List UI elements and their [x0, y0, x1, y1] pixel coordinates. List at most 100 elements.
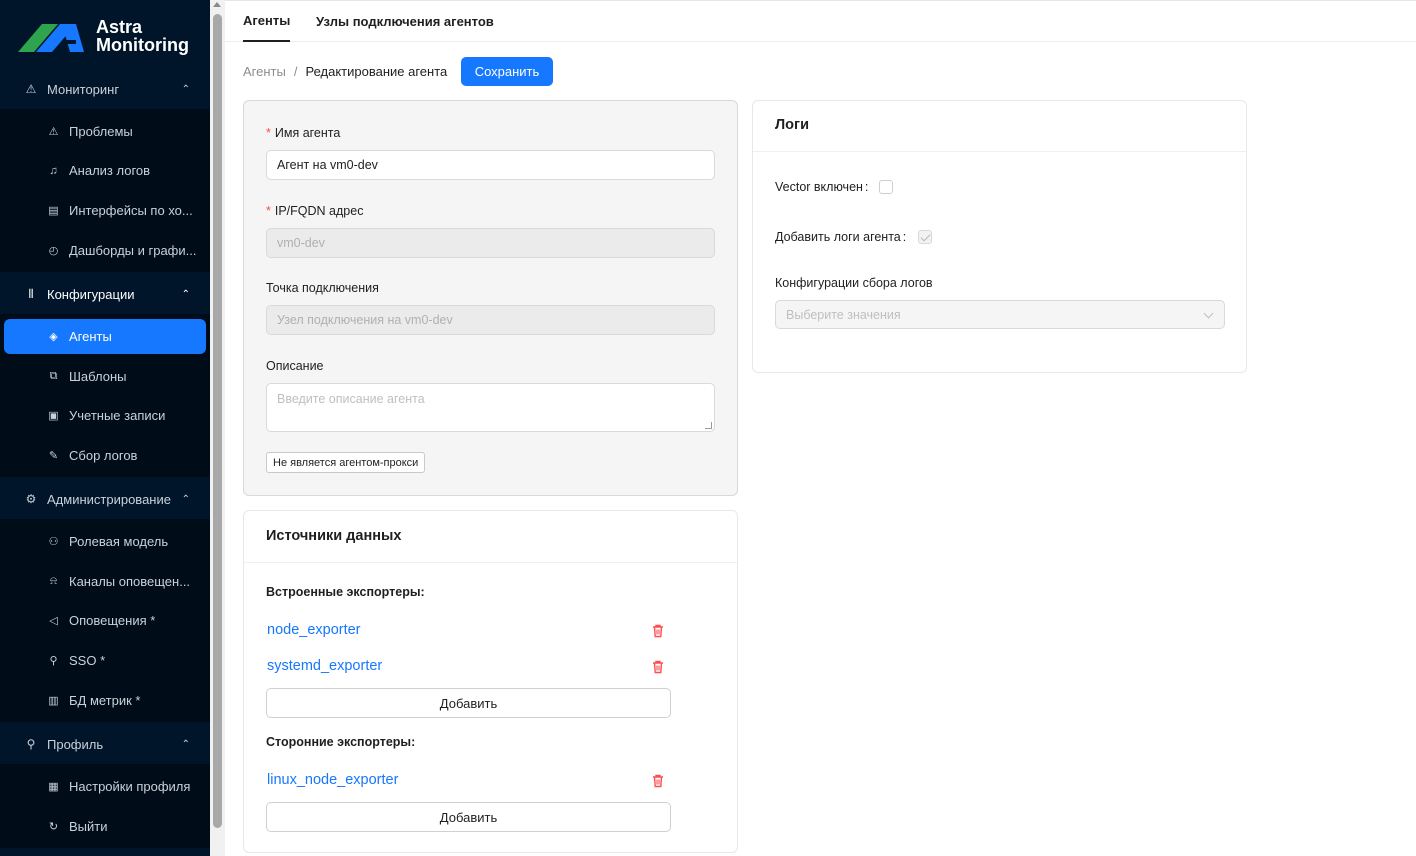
sidebar-group-label: Профиль	[47, 736, 104, 752]
breadcrumb-root[interactable]: Агенты	[243, 64, 286, 79]
breadcrumb-current: Редактирование агента	[305, 63, 448, 79]
add-builtin-exporter-button[interactable]: Добавить	[266, 688, 671, 718]
sidebar-item-dashboards[interactable]: ◴ Дашборды и графи...	[4, 233, 206, 268]
chevron-up-icon: ⌃	[181, 738, 190, 750]
chevron-up-icon: ⌃	[181, 288, 190, 300]
sidebar-item-label: Сбор логов	[69, 448, 138, 463]
chevron-down-icon	[1203, 308, 1214, 319]
tab-bar: Агенты Узлы подключения агентов	[225, 0, 1416, 42]
log-config-placeholder: Выберите значения	[786, 307, 901, 322]
agent-logs-label-text: Добавить логи агента	[775, 230, 901, 244]
scroll-thumb[interactable]	[213, 14, 222, 828]
sidebar-item-label: Настройки профиля	[69, 779, 191, 794]
id-card-icon: ▣	[48, 410, 59, 422]
resize-grip-icon[interactable]	[705, 422, 712, 429]
logout-icon: ↻	[48, 821, 59, 833]
sidebar-item-label: Каналы оповещен...	[69, 574, 191, 589]
sidebar-scrollbar[interactable]	[210, 0, 225, 856]
save-button[interactable]: Сохранить	[461, 57, 553, 86]
sidebar-item-problems[interactable]: ⚠ Проблемы	[4, 114, 206, 149]
exporter-link-node[interactable]: node_exporter	[267, 622, 361, 638]
scroll-up-arrow-icon[interactable]	[213, 2, 221, 7]
sidebar-item-logout[interactable]: ↻ Выйти	[4, 809, 206, 844]
logs-title: Логи	[775, 117, 809, 133]
sidebar-item-label: Агенты	[69, 329, 112, 344]
sidebar-item-roles[interactable]: ⚇ Ролевая модель	[4, 524, 206, 559]
logo-text: Astra Monitoring	[96, 18, 189, 54]
data-sources-card: Источники данных Встроенные экспортеры: …	[243, 510, 738, 853]
sidebar-group-label: Администрирование	[47, 491, 171, 507]
tab-agents[interactable]: Агенты	[243, 1, 291, 42]
sidebar-group-monitoring[interactable]: ⚠ Мониторинг ⌃	[0, 69, 210, 109]
sidebar-group-configurations[interactable]: ⫴ Конфигурации ⌃	[0, 274, 210, 314]
logo-line1: Astra	[96, 17, 143, 37]
breadcrumb-separator: /	[293, 63, 298, 79]
data-sources-title: Источники данных	[266, 528, 402, 544]
users-icon: ⚇	[48, 536, 59, 548]
agent-logs-label: Добавить логи агента:	[775, 230, 906, 244]
sidebar-item-sso[interactable]: ⚲ SSO *	[4, 643, 206, 678]
tab-agent-nodes[interactable]: Узлы подключения агентов	[316, 1, 494, 42]
proxy-tag[interactable]: Не является агентом-прокси	[266, 452, 426, 473]
log-config-label: Конфигурации сбора логов	[775, 276, 933, 290]
add-thirdparty-exporter-button[interactable]: Добавить	[266, 802, 671, 832]
sidebar-item-agents[interactable]: ◈ Агенты	[4, 319, 206, 354]
sidebar-group-label: Конфигурации	[47, 286, 135, 302]
log-config-select[interactable]: Выберите значения	[775, 300, 1225, 329]
delete-icon[interactable]	[652, 624, 664, 638]
sidebar-item-label: Оповещения *	[69, 613, 156, 628]
sidebar-item-log-analysis[interactable]: ♫ Анализ логов	[4, 153, 206, 188]
dashboard-icon: ◴	[48, 245, 59, 257]
agent-name-input[interactable]: Агент на vm0-dev	[266, 150, 715, 180]
endpoint-label: Точка подключения	[266, 281, 379, 295]
sidebar-group-profile[interactable]: ⚲ Профиль ⌃	[0, 724, 210, 764]
required-mark: *	[266, 126, 271, 140]
sidebar-item-metrics-db[interactable]: ▥ БД метрик *	[4, 683, 206, 718]
warning-icon: ⚠	[48, 126, 59, 138]
key-icon: ⚲	[49, 655, 58, 667]
sidebar-item-log-collection[interactable]: ✎ Сбор логов	[4, 438, 206, 473]
sidebar-item-label: SSO *	[69, 653, 106, 668]
alert-icon: ⍾	[49, 575, 58, 587]
sidebar-item-notification-channels[interactable]: ⍾ Каналы оповещен...	[4, 564, 206, 599]
vector-enabled-checkbox[interactable]	[879, 180, 893, 194]
sidebar-item-label: Ролевая модель	[69, 534, 169, 549]
logo[interactable]: Astra Monitoring	[18, 16, 189, 56]
table-icon: ▤	[48, 205, 59, 217]
astra-logo-icon	[18, 24, 84, 52]
chevron-up-icon: ⌃	[181, 493, 190, 505]
required-mark: *	[266, 204, 271, 218]
sidebar-item-host-interfaces[interactable]: ▤ Интерфейсы по хо...	[4, 193, 206, 228]
label-colon: :	[864, 180, 869, 194]
endpoint-input: Узел подключения на vm0-dev	[266, 305, 715, 335]
description-textarea[interactable]: Введите описание агента	[266, 383, 715, 432]
agent-name-label: * Имя агента	[266, 126, 340, 140]
sidebar-item-label: Интерфейсы по хо...	[69, 203, 193, 218]
exporter-link-linux-node[interactable]: linux_node_exporter	[267, 772, 398, 788]
thirdparty-exporters-title: Сторонние экспортеры:	[266, 735, 416, 749]
sidebar-item-notifications[interactable]: ◁ Оповещения *	[4, 603, 206, 638]
copy-icon: ⧉	[49, 370, 58, 382]
user-icon: ⚲	[26, 737, 36, 751]
sidebar-group-administration[interactable]: ⚙ Администрирование ⌃	[0, 479, 210, 519]
gear-icon: ⚙	[25, 492, 37, 506]
delete-icon[interactable]	[652, 774, 664, 788]
warning-icon: ⚠	[25, 82, 37, 96]
divider	[244, 562, 737, 563]
divider	[753, 151, 1246, 152]
sidebar-item-templates[interactable]: ⧉ Шаблоны	[4, 359, 206, 394]
logo-line2: Monitoring	[96, 35, 189, 55]
app-root: Astra Monitoring ⚠ Мониторинг ⌃ ⚠ Проблем…	[0, 0, 1416, 856]
sidebar-item-profile-settings[interactable]: ▦ Настройки профиля	[4, 769, 206, 804]
megaphone-icon: ◁	[49, 615, 58, 627]
sliders-icon: ⫴	[28, 286, 34, 301]
vector-enabled-label: Vector включен:	[775, 180, 868, 194]
delete-icon[interactable]	[652, 660, 664, 674]
breadcrumb: Агенты / Редактирование агента	[243, 56, 447, 86]
chevron-up-icon: ⌃	[181, 83, 190, 95]
logs-card: Логи Vector включен: Добавить логи агент…	[752, 100, 1247, 373]
exporter-link-systemd[interactable]: systemd_exporter	[267, 658, 382, 674]
sidebar-item-accounts[interactable]: ▣ Учетные записи	[4, 398, 206, 433]
sidebar-group-label: Мониторинг	[47, 81, 120, 97]
address-input: vm0-dev	[266, 228, 715, 258]
